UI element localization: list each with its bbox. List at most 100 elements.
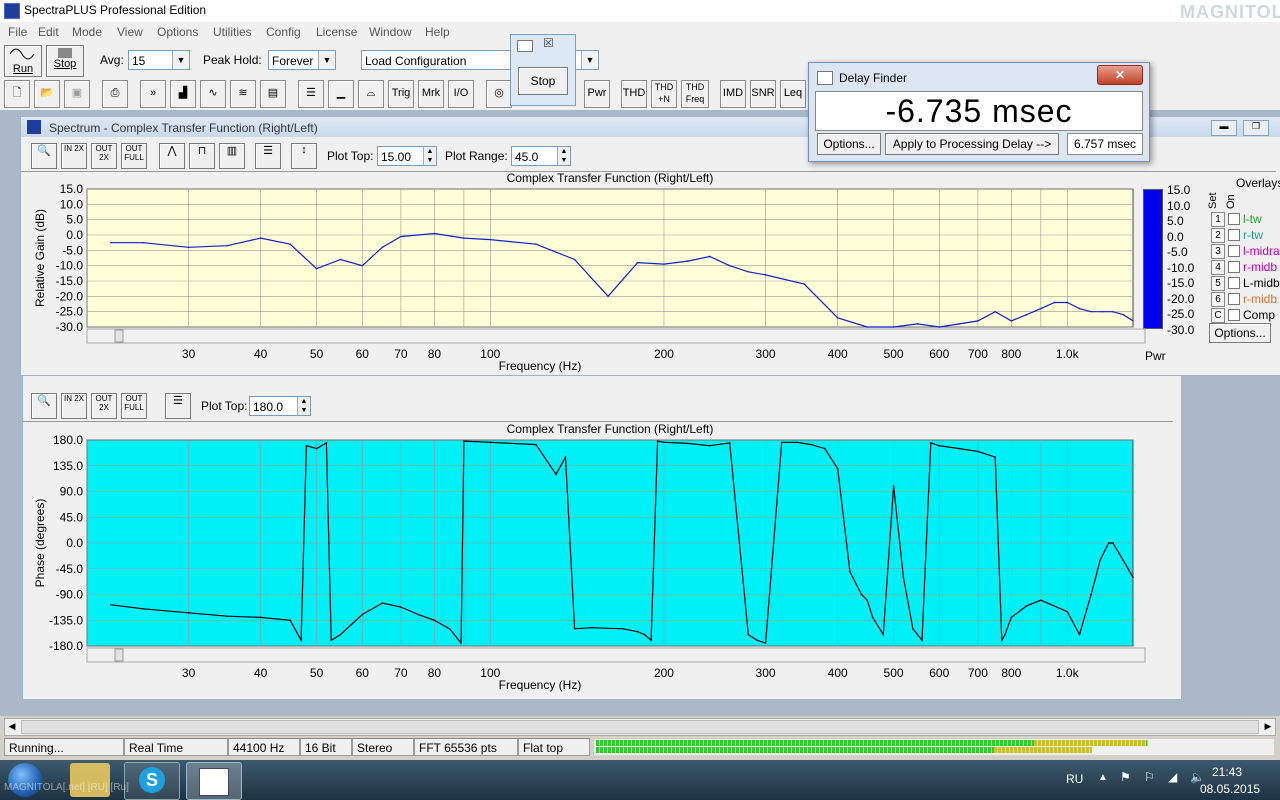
data-point xyxy=(381,246,384,249)
chart-title: Complex Transfer Function (Right/Left) xyxy=(507,171,714,185)
data-point xyxy=(708,444,711,447)
data-point xyxy=(460,642,462,644)
data-point xyxy=(607,295,609,298)
data-point xyxy=(636,630,639,633)
y-tick-label: 180.0 xyxy=(53,433,83,447)
stop-popup: ☒ Stop xyxy=(510,34,576,106)
data-point xyxy=(289,619,291,622)
data-point xyxy=(573,258,576,261)
data-point xyxy=(110,604,112,606)
x-tick-label: 200 xyxy=(654,666,674,680)
delay-value-field[interactable]: 6.757 msec xyxy=(1067,133,1143,155)
plot-area xyxy=(86,188,1134,328)
data-point xyxy=(994,310,996,313)
popup-stop-button[interactable]: Stop xyxy=(518,67,568,95)
data-point xyxy=(810,443,813,446)
scroll-thumb[interactable] xyxy=(21,720,1259,734)
data-point xyxy=(892,484,895,487)
data-point xyxy=(1132,320,1134,322)
data-point xyxy=(929,442,932,444)
data-point xyxy=(622,628,625,630)
x-tick-label: 60 xyxy=(356,666,370,680)
data-point xyxy=(1101,310,1104,313)
close-icon[interactable]: ☒ xyxy=(543,36,554,50)
clock-time[interactable]: 21:43 xyxy=(1212,765,1242,779)
scroll-right-icon[interactable]: ▶ xyxy=(1261,719,1275,733)
data-point xyxy=(938,444,941,447)
data-point xyxy=(187,246,190,249)
data-point xyxy=(400,235,402,238)
x-tick-label: 30 xyxy=(182,666,196,680)
data-point xyxy=(650,639,652,642)
data-point xyxy=(1078,633,1081,636)
data-point xyxy=(958,447,961,450)
y-tick-label: 15.0 xyxy=(60,182,84,196)
data-point xyxy=(110,241,112,244)
data-point xyxy=(902,576,905,579)
data-point xyxy=(489,238,492,241)
scroll-left-icon[interactable]: ◀ xyxy=(5,719,19,733)
signal-icon[interactable]: ◢ xyxy=(1168,770,1177,784)
apply-delay-button[interactable]: Apply to Processing Delay --> xyxy=(885,133,1059,155)
x-tick-label: 60 xyxy=(356,347,370,361)
data-point xyxy=(921,639,923,642)
y-tick-label: -20.0 xyxy=(56,289,84,303)
data-point xyxy=(977,320,979,322)
x-tick-label: 100 xyxy=(480,347,500,361)
x-tick-label: 30 xyxy=(182,347,196,361)
data-point xyxy=(1090,310,1092,313)
data-point xyxy=(1000,639,1003,642)
spectraplus-taskbar-button[interactable] xyxy=(186,762,242,800)
data-point xyxy=(417,613,419,616)
data-point xyxy=(836,317,839,319)
y-tick-label: 135.0 xyxy=(53,459,83,473)
x-tick-label: 50 xyxy=(310,347,324,361)
x-tick-label: 400 xyxy=(828,666,848,680)
tray-expand-icon[interactable]: ▲ xyxy=(1098,772,1108,783)
chart-0: 15.010.0 5.00.0-5.0 -10.0-15.0-20.0 -25.0-3… xyxy=(33,171,1146,373)
taskbar-overlay-text: MAGNITOLA[.net] [RU] [Ru] xyxy=(4,782,129,793)
data-point xyxy=(687,260,689,262)
data-point xyxy=(796,441,798,444)
data-point xyxy=(1025,605,1028,607)
close-icon[interactable]: ✕ xyxy=(1097,65,1143,85)
data-point xyxy=(289,243,291,245)
chart-title: Complex Transfer Function (Right/Left) xyxy=(507,422,714,436)
data-point xyxy=(958,323,961,325)
y-tick-label: 45.0 xyxy=(60,510,84,524)
clock-date[interactable]: 08.05.2015 xyxy=(1200,782,1260,796)
x-tick-label: 200 xyxy=(654,347,674,361)
x-tick-label: 800 xyxy=(1001,347,1021,361)
data-point xyxy=(325,442,328,444)
data-point xyxy=(339,258,342,261)
data-point xyxy=(824,447,826,450)
data-point xyxy=(663,441,665,444)
left-level-peak xyxy=(1034,740,1146,746)
x-tick-label: 800 xyxy=(1001,666,1021,680)
data-point xyxy=(591,626,593,629)
action-center-icon[interactable]: ⚐ xyxy=(1144,770,1155,784)
status-fft-size: FFT 65536 pts xyxy=(414,738,518,756)
data-point xyxy=(448,628,451,630)
right-level-peak xyxy=(994,747,1092,753)
data-point xyxy=(381,602,384,604)
mdi-horizontal-scrollbar[interactable]: ◀ ▶ xyxy=(4,718,1276,736)
language-indicator[interactable]: RU xyxy=(1066,772,1083,786)
delay-finder-dialog: Delay Finder ✕ -6.735 msec Options... Ap… xyxy=(808,62,1150,162)
data-point xyxy=(1122,313,1124,316)
x-tick-label: 80 xyxy=(428,666,442,680)
network-icon[interactable]: ⚑ xyxy=(1120,770,1131,784)
delay-readout: -6.735 msec xyxy=(815,91,1143,131)
x-tick-label: 500 xyxy=(884,347,904,361)
delay-options-button[interactable]: Options... xyxy=(817,133,881,155)
y-axis-label: Phase (degrees) xyxy=(33,499,47,588)
data-point xyxy=(756,639,758,642)
data-point xyxy=(1132,576,1134,579)
skype-taskbar-button[interactable]: S xyxy=(124,762,180,800)
data-point xyxy=(1040,307,1042,310)
status-channels: Stereo xyxy=(352,738,414,756)
data-point xyxy=(226,615,229,618)
data-point xyxy=(764,274,767,276)
data-point xyxy=(1025,313,1028,316)
x-tick-label: 400 xyxy=(828,347,848,361)
